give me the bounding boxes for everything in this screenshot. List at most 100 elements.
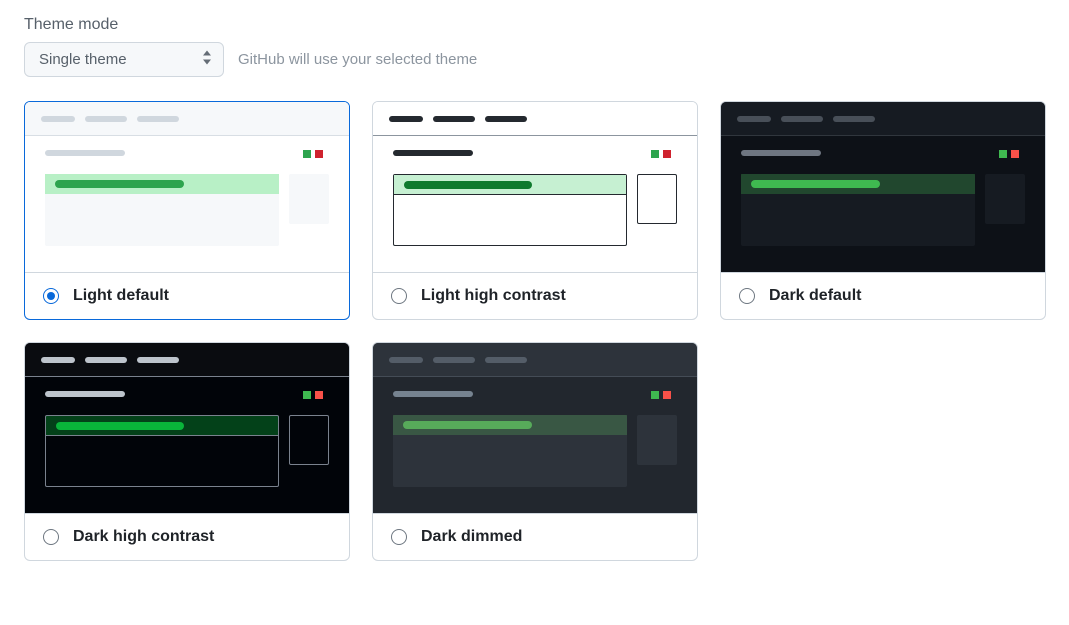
theme-label: Dark default xyxy=(769,287,861,305)
toolbar-pill xyxy=(781,116,823,122)
theme-label: Dark dimmed xyxy=(421,528,522,546)
toolbar-pill xyxy=(41,357,75,363)
theme-radio[interactable] xyxy=(43,529,59,545)
preview-top-line xyxy=(45,150,125,156)
status-dot-green-icon xyxy=(651,391,659,399)
theme-card-footer: Light default xyxy=(25,272,349,319)
theme-mode-helper: GitHub will use your selected theme xyxy=(238,51,477,68)
theme-preview xyxy=(25,343,349,513)
preview-toolbar xyxy=(25,102,349,136)
preview-diff-bar xyxy=(404,181,532,189)
preview-status-dots xyxy=(651,150,671,158)
theme-mode-select-wrap: Single theme xyxy=(24,42,224,77)
theme-label: Light high contrast xyxy=(421,287,566,305)
preview-main-block xyxy=(393,415,627,487)
preview-side-block xyxy=(985,174,1025,224)
theme-card-light-default[interactable]: Light default xyxy=(24,101,350,320)
preview-body xyxy=(741,174,1025,246)
status-dot-red-icon xyxy=(663,391,671,399)
toolbar-pill xyxy=(485,357,527,363)
preview-content xyxy=(373,377,697,513)
toolbar-pill xyxy=(85,116,127,122)
preview-diff-stripe xyxy=(46,416,278,436)
preview-diff-bar xyxy=(403,421,532,429)
theme-mode-row: Single theme GitHub will use your select… xyxy=(24,42,1045,77)
theme-card-dark-default[interactable]: Dark default xyxy=(720,101,1046,320)
toolbar-pill xyxy=(389,116,423,122)
theme-card-footer: Light high contrast xyxy=(373,272,697,319)
preview-toolbar xyxy=(373,343,697,377)
preview-status-dots xyxy=(999,150,1019,158)
preview-content xyxy=(373,136,697,272)
preview-diff-bar xyxy=(751,180,880,188)
theme-radio[interactable] xyxy=(739,288,755,304)
theme-preview xyxy=(373,343,697,513)
theme-grid: Light default xyxy=(24,101,1045,561)
preview-toolbar xyxy=(373,102,697,136)
preview-diff-stripe xyxy=(741,174,975,194)
preview-status-dots xyxy=(303,150,323,158)
toolbar-pill xyxy=(485,116,527,122)
theme-card-footer: Dark dimmed xyxy=(373,513,697,560)
status-dot-green-icon xyxy=(999,150,1007,158)
preview-diff-stripe xyxy=(393,415,627,435)
toolbar-pill xyxy=(137,357,179,363)
toolbar-pill xyxy=(389,357,423,363)
status-dot-red-icon xyxy=(315,391,323,399)
theme-preview xyxy=(25,102,349,272)
preview-side-block xyxy=(289,415,329,465)
toolbar-pill xyxy=(137,116,179,122)
status-dot-green-icon xyxy=(651,150,659,158)
theme-card-dark-dimmed[interactable]: Dark dimmed xyxy=(372,342,698,561)
section-title: Theme mode xyxy=(24,16,1045,34)
toolbar-pill xyxy=(833,116,875,122)
preview-toolbar xyxy=(25,343,349,377)
status-dot-green-icon xyxy=(303,150,311,158)
toolbar-pill xyxy=(433,357,475,363)
preview-top-line xyxy=(393,391,473,397)
theme-mode-select[interactable]: Single theme xyxy=(24,42,224,77)
preview-body xyxy=(45,415,329,487)
preview-body xyxy=(393,174,677,246)
toolbar-pill xyxy=(41,116,75,122)
theme-radio[interactable] xyxy=(391,288,407,304)
preview-side-block xyxy=(289,174,329,224)
preview-diff-stripe xyxy=(394,175,626,195)
status-dot-red-icon xyxy=(663,150,671,158)
preview-status-dots xyxy=(303,391,323,399)
preview-diff-bar xyxy=(55,180,184,188)
preview-status-dots xyxy=(651,391,671,399)
theme-radio[interactable] xyxy=(391,529,407,545)
preview-diff-stripe xyxy=(45,174,279,194)
preview-body xyxy=(393,415,677,487)
preview-diff-bar xyxy=(56,422,184,430)
theme-card-footer: Dark default xyxy=(721,272,1045,319)
preview-toolbar xyxy=(721,102,1045,136)
preview-top-line xyxy=(45,391,125,397)
theme-card-dark-hc[interactable]: Dark high contrast xyxy=(24,342,350,561)
preview-main-block xyxy=(45,415,279,487)
status-dot-green-icon xyxy=(303,391,311,399)
preview-body xyxy=(45,174,329,246)
status-dot-red-icon xyxy=(315,150,323,158)
preview-main-block xyxy=(45,174,279,246)
toolbar-pill xyxy=(85,357,127,363)
theme-card-light-hc[interactable]: Light high contrast xyxy=(372,101,698,320)
theme-label: Light default xyxy=(73,287,169,305)
theme-preview xyxy=(373,102,697,272)
theme-card-footer: Dark high contrast xyxy=(25,513,349,560)
preview-content xyxy=(25,377,349,513)
theme-label: Dark high contrast xyxy=(73,528,214,546)
preview-top-line xyxy=(393,150,473,156)
toolbar-pill xyxy=(737,116,771,122)
preview-content xyxy=(25,136,349,272)
toolbar-pill xyxy=(433,116,475,122)
theme-preview xyxy=(721,102,1045,272)
preview-content xyxy=(721,136,1045,272)
preview-main-block xyxy=(741,174,975,246)
status-dot-red-icon xyxy=(1011,150,1019,158)
theme-radio[interactable] xyxy=(43,288,59,304)
preview-main-block xyxy=(393,174,627,246)
preview-top-line xyxy=(741,150,821,156)
preview-side-block xyxy=(637,415,677,465)
